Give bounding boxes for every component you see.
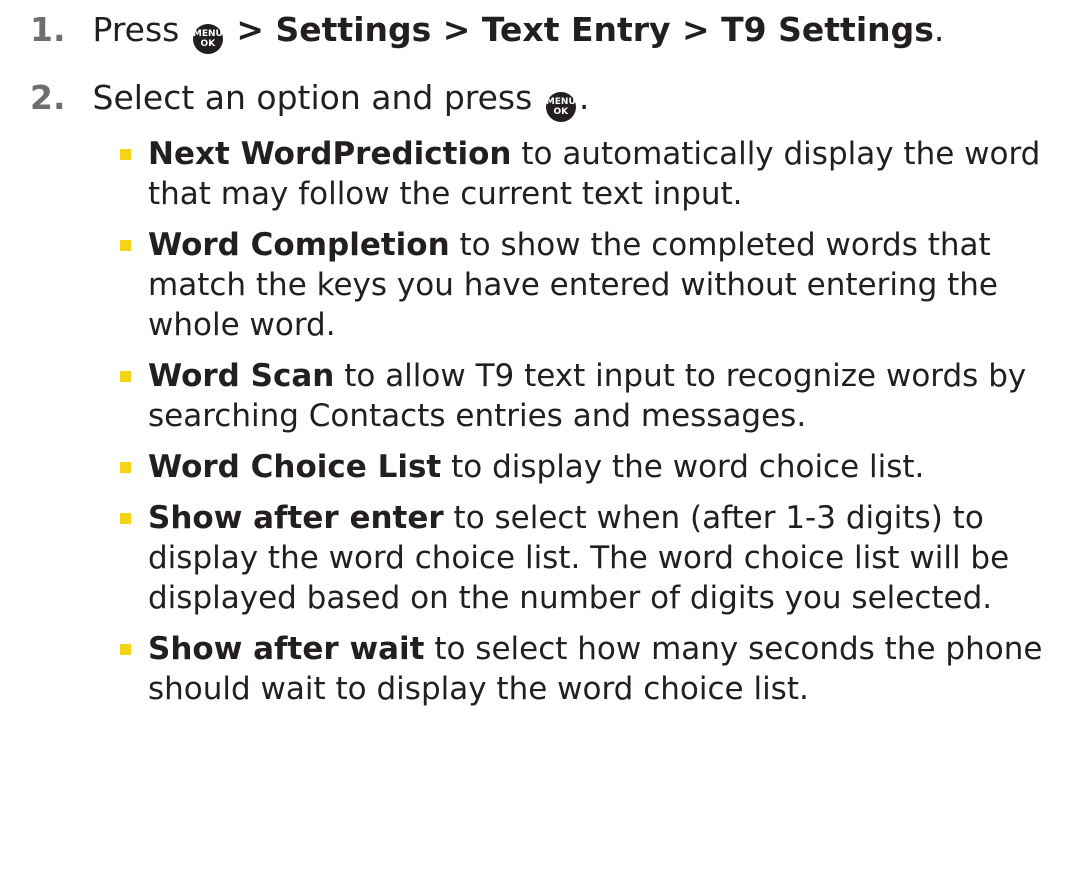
menu-ok-key-icon: MENU OK — [192, 24, 223, 54]
step-2: 2. Select an option and press MENU OK . — [30, 76, 589, 122]
option-list: Next WordPrediction to automatically dis… — [120, 134, 1060, 720]
step-prefix: Press — [92, 10, 180, 49]
option-term: Next WordPrediction — [148, 136, 512, 172]
bullet-square-icon — [120, 149, 131, 160]
step-suffix: . — [578, 78, 590, 117]
bullet-square-icon — [120, 462, 131, 473]
bullet-square-icon — [120, 240, 131, 251]
step-number: 2. — [30, 78, 66, 117]
step-number: 1. — [30, 10, 66, 49]
menu-path: > Settings > Text Entry > T9 Settings — [236, 10, 934, 49]
key-label-bottom: OK — [200, 39, 216, 49]
option-term: Show after enter — [148, 500, 444, 536]
option-item: Next WordPrediction to automatically dis… — [120, 134, 1060, 214]
option-description: to display the word choice list. — [441, 449, 925, 485]
option-item: Show after enter to select when (after 1… — [120, 498, 1060, 618]
option-item: Word Scan to allow T9 text input to reco… — [120, 356, 1060, 436]
bullet-square-icon — [120, 371, 131, 382]
step-1: 1. Press MENU OK > Settings > Text Entry… — [30, 8, 944, 54]
step-text: Select an option and press MENU OK . — [92, 78, 590, 122]
key-label-top: MENU — [545, 97, 576, 107]
option-item: Show after wait to select how many secon… — [120, 629, 1060, 709]
option-item: Word Completion to show the completed wo… — [120, 225, 1060, 345]
option-term: Word Choice List — [148, 449, 442, 485]
bullet-square-icon — [120, 644, 131, 655]
bullet-square-icon — [120, 513, 131, 524]
menu-ok-key-icon: MENU OK — [545, 92, 576, 122]
option-term: Word Completion — [148, 227, 450, 263]
key-label-top: MENU — [192, 29, 223, 39]
option-item: Word Choice List to display the word cho… — [120, 447, 1060, 487]
option-term: Word Scan — [148, 358, 335, 394]
key-label-bottom: OK — [553, 107, 569, 117]
step-text: Press MENU OK > Settings > Text Entry > … — [92, 10, 945, 54]
step-prefix: Select an option and press — [92, 78, 533, 117]
option-term: Show after wait — [148, 631, 425, 667]
step-suffix: . — [933, 10, 945, 49]
